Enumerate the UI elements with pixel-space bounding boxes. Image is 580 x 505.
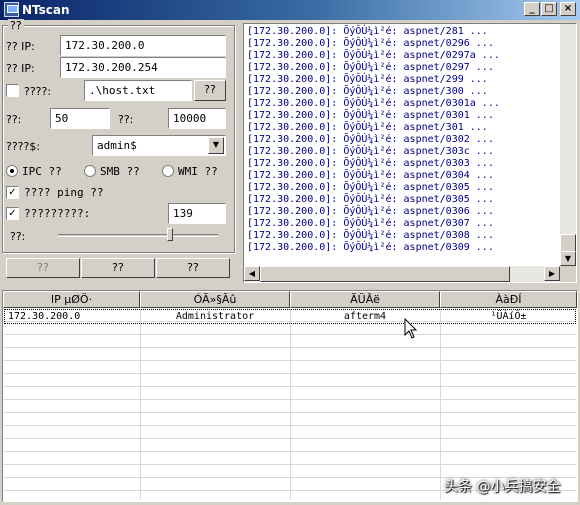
log-line: [172.30.200.0]: ÕýÔÚ¼ì²é: aspnet/0305 ..… — [247, 182, 494, 193]
stop-button[interactable]: ?? — [81, 258, 155, 278]
scroll-left-arrow-icon[interactable]: ◀ — [244, 266, 260, 281]
scroll-down-arrow-icon[interactable]: ▼ — [560, 251, 576, 266]
start-ip-label: ?? IP: — [6, 40, 35, 53]
log-line: [172.30.200.0]: ÕýÔÚ¼ì²é: aspnet/0308 ..… — [247, 230, 494, 241]
row-type-cell: ¹ÜÀíÔ± — [490, 311, 527, 322]
title-bar[interactable]: NTscan _ □ × — [0, 0, 580, 20]
column-header-ip[interactable]: IP µØÖ· — [3, 291, 140, 308]
vertical-scroll-thumb[interactable] — [560, 234, 576, 252]
scrollbar-corner — [560, 266, 576, 282]
port-checkbox[interactable]: ✓ — [6, 207, 19, 220]
log-line: [172.30.200.0]: ÕýÔÚ¼ì²é: aspnet/0302 ..… — [247, 134, 494, 145]
vertical-scrollbar[interactable]: ▼ — [560, 24, 576, 266]
host-file-checkbox[interactable] — [6, 84, 19, 97]
wmi-radio-label: WMI ?? — [178, 165, 218, 178]
browse-button[interactable]: ?? — [194, 80, 226, 101]
host-file-input[interactable]: .\host.txt — [84, 80, 192, 101]
log-line: [172.30.200.0]: ÕýÔÚ¼ì²é: aspnet/0305 ..… — [247, 194, 494, 205]
window-title: NTscan — [22, 3, 70, 17]
app-icon — [4, 2, 19, 17]
horizontal-scrollbar[interactable]: ◀ ▶ — [244, 266, 560, 282]
threads-input[interactable]: 50 — [50, 108, 110, 129]
wmi-radio[interactable] — [162, 165, 174, 177]
log-line: [172.30.200.0]: ÕýÔÚ¼ì²é: aspnet/0301 ..… — [247, 110, 494, 121]
row-user-cell: Administrator — [175, 311, 255, 322]
log-line: [172.30.200.0]: ÕýÔÚ¼ì²é: aspnet/0297 ..… — [247, 62, 494, 73]
log-line: [172.30.200.0]: ÕýÔÚ¼ì²é: aspnet/0297a .… — [247, 50, 500, 61]
scroll-right-arrow-icon[interactable]: ▶ — [544, 266, 560, 281]
log-line: [172.30.200.0]: ÕýÔÚ¼ì²é: aspnet/0306 ..… — [247, 206, 494, 217]
log-line: [172.30.200.0]: ÕýÔÚ¼ì²é: aspnet/0307 ..… — [247, 218, 494, 229]
ping-checkbox[interactable]: ✓ — [6, 186, 19, 199]
log-line: [172.30.200.0]: ÕýÔÚ¼ì²é: aspnet/0296 ..… — [247, 38, 494, 49]
port-label: ?????????: — [24, 207, 91, 220]
horizontal-scroll-thumb[interactable] — [260, 266, 510, 282]
share-label: ????$: — [6, 140, 41, 153]
config-group-title: ?? — [8, 19, 24, 32]
threads-label: ??: — [6, 113, 22, 126]
timeout-label: ??: — [118, 113, 134, 126]
column-header-user[interactable]: ÓÃ»§Ãû — [140, 291, 290, 308]
log-line: [172.30.200.0]: ÕýÔÚ¼ì²é: aspnet/301 ... — [247, 122, 488, 133]
log-line: [172.30.200.0]: ÕýÔÚ¼ì²é: aspnet/299 ... — [247, 74, 488, 85]
port-input[interactable]: 139 — [168, 203, 226, 224]
start-button[interactable]: ?? — [6, 258, 80, 278]
close-button[interactable]: × — [560, 2, 576, 16]
speed-slider-track[interactable] — [58, 234, 218, 237]
end-ip-label: ?? IP: — [6, 62, 35, 75]
column-divider — [290, 309, 291, 500]
smb-radio[interactable] — [84, 165, 96, 177]
log-panel[interactable]: [172.30.200.0]: ÕýÔÚ¼ì²é: aspnet/281 ...… — [243, 23, 577, 283]
start-ip-input[interactable]: 172.30.200.0 — [60, 35, 226, 56]
minimize-button[interactable]: _ — [524, 2, 540, 16]
maximize-button[interactable]: □ — [541, 2, 557, 16]
log-line: [172.30.200.0]: ÕýÔÚ¼ì²é: aspnet/0301a .… — [247, 98, 500, 109]
row-ip-cell: 172.30.200.0 — [8, 311, 81, 322]
ipc-radio[interactable] — [6, 165, 18, 177]
column-divider — [140, 309, 141, 500]
watermark: 头条 @小兵搞安全 — [444, 479, 561, 495]
log-lines: [172.30.200.0]: ÕýÔÚ¼ì²é: aspnet/281 ...… — [244, 24, 558, 264]
ping-label: ???? ping ?? — [24, 186, 104, 199]
speed-slider-thumb[interactable] — [166, 228, 173, 241]
log-line: [172.30.200.0]: ÕýÔÚ¼ì²é: aspnet/0303 ..… — [247, 158, 494, 169]
log-line: [172.30.200.0]: ÕýÔÚ¼ì²é: aspnet/281 ... — [247, 26, 488, 37]
timeout-input[interactable]: 10000 — [168, 108, 226, 129]
column-header-password[interactable]: ÃÜÂë — [290, 291, 440, 308]
log-line: [172.30.200.0]: ÕýÔÚ¼ì²é: aspnet/0309 ..… — [247, 242, 494, 253]
log-line: [172.30.200.0]: ÕýÔÚ¼ì²é: aspnet/0304 ..… — [247, 170, 494, 181]
host-file-label: ????: — [24, 85, 52, 98]
ipc-radio-label: IPC ?? — [22, 165, 62, 178]
smb-radio-label: SMB ?? — [100, 165, 140, 178]
column-header-type[interactable]: ÀàÐÍ — [440, 291, 577, 308]
exit-button[interactable]: ?? — [156, 258, 230, 278]
log-line: [172.30.200.0]: ÕýÔÚ¼ì²é: aspnet/303c ..… — [247, 146, 494, 157]
speed-label: ??: — [10, 230, 26, 243]
mouse-cursor-icon — [404, 318, 418, 339]
share-dropdown[interactable]: admin$ — [92, 135, 226, 156]
column-divider — [440, 309, 441, 500]
dropdown-arrow-icon[interactable]: ▼ — [208, 137, 224, 154]
end-ip-input[interactable]: 172.30.200.254 — [60, 57, 226, 78]
log-line: [172.30.200.0]: ÕýÔÚ¼ì²é: aspnet/300 ... — [247, 86, 488, 97]
results-table[interactable]: IP µØÖ· ÓÃ»§Ãû ÃÜÂë ÀàÐÍ 172.30.200.0 Ad… — [2, 290, 578, 502]
